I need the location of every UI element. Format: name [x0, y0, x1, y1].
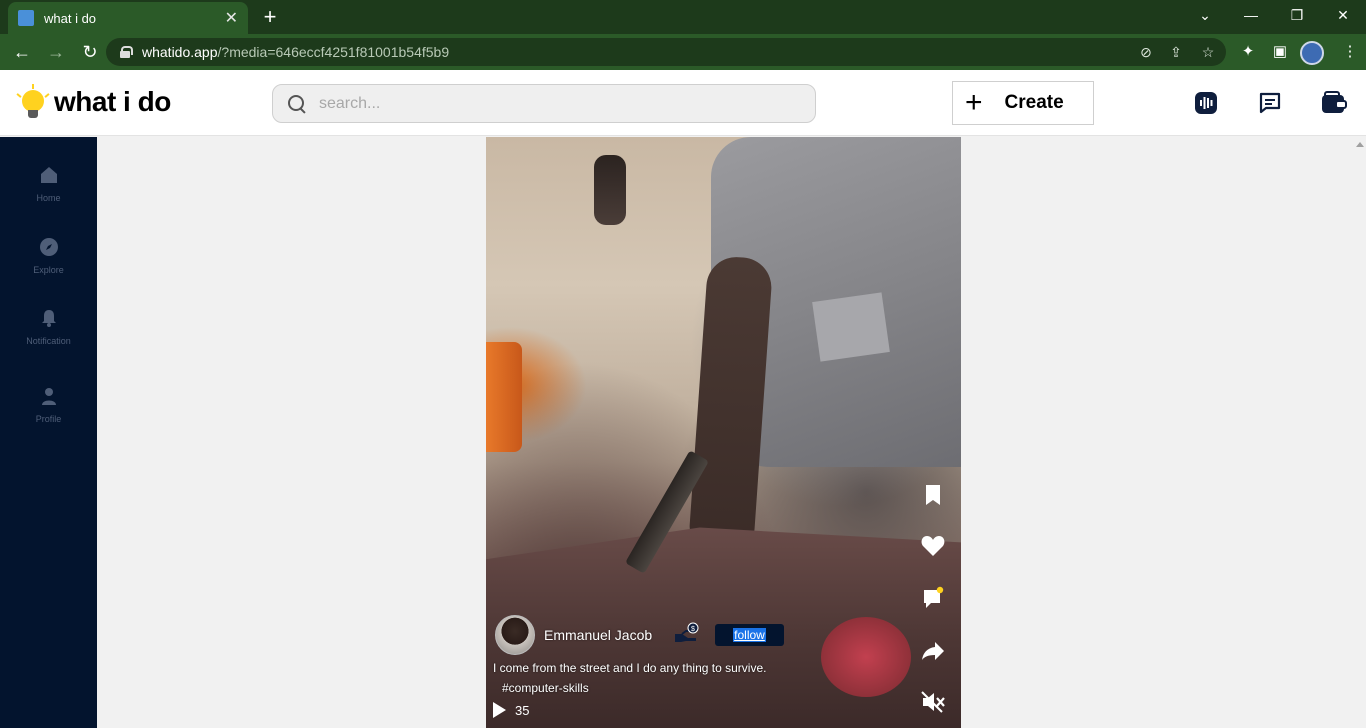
search-input[interactable]: [319, 94, 799, 113]
tab-search-icon[interactable]: ⌄: [1182, 0, 1228, 32]
address-bar[interactable]: whatido.app/?media=646eccf4251f81001b54f…: [106, 38, 1226, 66]
view-count-value: 35: [515, 702, 530, 718]
logo[interactable]: what i do: [16, 82, 171, 122]
browser-toolbar: ← → ↻ whatido.app/?media=646eccf4251f810…: [0, 34, 1366, 70]
share-page-icon[interactable]: ⇪: [1166, 42, 1186, 62]
extensions-icon[interactable]: ✦: [1234, 36, 1262, 68]
wallet-icon[interactable]: [1320, 91, 1348, 115]
create-button[interactable]: + Create: [952, 81, 1094, 125]
side-panel-icon[interactable]: ▣: [1266, 36, 1294, 68]
video-frame-detail: [812, 292, 890, 362]
play-icon[interactable]: [493, 702, 506, 718]
close-window-button[interactable]: ✕: [1320, 0, 1366, 32]
bookmark-star-icon[interactable]: ☆: [1198, 42, 1218, 62]
sidebar-item-notification[interactable]: Notification: [0, 308, 97, 346]
new-tab-button[interactable]: +: [258, 4, 282, 30]
brand-name: what i do: [54, 86, 171, 117]
sidebar-item-label: Notification: [26, 336, 71, 346]
post-author[interactable]: Emmanuel Jacob: [495, 613, 652, 657]
mute-icon[interactable]: [920, 689, 946, 715]
video-frame-detail: [687, 255, 774, 559]
page-scrollbar[interactable]: [1353, 137, 1366, 728]
sidebar-item-explore[interactable]: Explore: [0, 237, 97, 275]
messages-icon[interactable]: [1258, 91, 1282, 115]
site-permissions-icon[interactable]: ⊘: [1136, 42, 1156, 62]
browser-tab-bar: what i do ✕ + ⌄ — ❐ ✕: [0, 0, 1366, 34]
sidebar-item-profile[interactable]: Profile: [0, 386, 97, 424]
url-path: /?media=646eccf4251f81001b54f5b9: [217, 44, 450, 60]
sidebar-item-label: Profile: [35, 414, 62, 424]
scroll-up-arrow-icon[interactable]: [1356, 142, 1364, 147]
search-icon: [287, 94, 307, 114]
bookmark-icon[interactable]: [920, 482, 946, 508]
follow-button[interactable]: follow: [715, 624, 784, 646]
tab-title: what i do: [44, 10, 97, 26]
browser-profile-avatar[interactable]: [1300, 41, 1324, 65]
restore-button[interactable]: ❐: [1274, 0, 1320, 32]
lightbulb-icon: [16, 84, 50, 120]
avatar[interactable]: [495, 615, 535, 655]
sidebar: Home Explore Notification Profile: [0, 137, 97, 728]
svg-text:$: $: [691, 626, 695, 633]
share-icon[interactable]: [920, 638, 946, 664]
forward-button[interactable]: →: [40, 36, 72, 68]
view-count: 35: [493, 702, 529, 718]
post-caption: I come from the street and I do any thin…: [493, 661, 767, 675]
podcast-icon[interactable]: [1194, 91, 1218, 115]
plus-icon: +: [965, 86, 983, 119]
video-frame-detail: [594, 155, 626, 225]
sidebar-item-label: Explore: [33, 265, 64, 275]
search-bar[interactable]: [272, 84, 816, 123]
bell-icon: [41, 310, 56, 327]
home-icon: [40, 167, 57, 183]
post-username[interactable]: Emmanuel Jacob: [544, 627, 652, 643]
reload-button[interactable]: ↻: [74, 36, 106, 68]
tip-hand-icon[interactable]: $: [674, 622, 700, 644]
heart-icon[interactable]: [920, 533, 946, 559]
post-hashtag[interactable]: #computer-skills: [502, 681, 589, 695]
app-header: what i do + Create: [0, 70, 1366, 136]
video-frame-detail: [486, 342, 522, 452]
back-button[interactable]: ←: [6, 36, 38, 68]
browser-tab[interactable]: what i do ✕: [8, 2, 248, 34]
compass-icon: [39, 238, 58, 256]
minimize-button[interactable]: —: [1228, 0, 1274, 32]
video-frame-detail: [821, 617, 911, 697]
favicon-icon: [18, 10, 34, 26]
url-host: whatido.app: [142, 44, 218, 60]
follow-label: follow: [733, 628, 766, 642]
close-tab-icon[interactable]: ✕: [225, 8, 238, 28]
sidebar-item-label: Home: [36, 193, 61, 203]
lock-icon: [120, 46, 133, 58]
create-label: Create: [1004, 92, 1064, 113]
sidebar-item-home[interactable]: Home: [0, 165, 97, 203]
comment-icon[interactable]: [920, 585, 946, 611]
browser-menu-icon[interactable]: ⋮: [1336, 36, 1364, 68]
user-icon: [41, 388, 56, 405]
